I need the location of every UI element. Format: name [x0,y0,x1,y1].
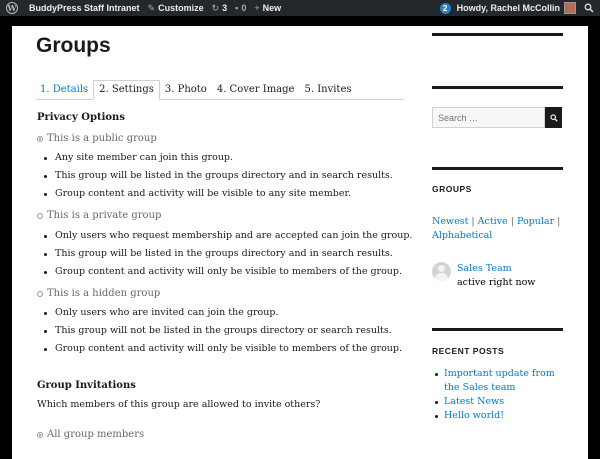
comments-link[interactable]: ▪ 0 [231,0,250,16]
list-item: Group content and activity will be visib… [37,185,393,203]
filter-active-link[interactable]: Active [478,216,508,227]
divider [432,86,563,89]
recent-posts-title: RECENT POSTS [432,346,505,356]
site-name: BuddyPress Staff Intranet [29,3,140,13]
wordpress-icon: W [6,2,18,14]
private-group-radio[interactable] [37,212,43,219]
howdy-text: Howdy, Rachel McCollin [456,3,560,13]
groups-widget-title: GROUPS [432,184,472,194]
site-name-link[interactable]: BuddyPress Staff Intranet [22,0,144,16]
new-content-link[interactable]: + New [250,0,285,16]
group-avatar[interactable] [432,262,451,281]
search-icon [549,113,558,122]
search-form [432,107,562,128]
list-item: Only users who are invited can join the … [37,304,402,322]
group-creation-tabs: 1. Details 2. Settings 3. Photo 4. Cover… [36,78,404,100]
account-menu[interactable]: Howdy, Rachel McCollin [457,0,576,16]
customize-link[interactable]: ✎ Customize [144,0,208,16]
search-input[interactable] [432,107,545,128]
public-group-details: Any site member can join this group. Thi… [37,149,393,203]
page: Groups 1. Details 2. Settings 3. Photo 4… [12,26,588,459]
search-button[interactable] [545,107,562,128]
public-group-radio[interactable] [37,135,43,142]
avatar [564,2,576,14]
tab-invites[interactable]: 5. Invites [299,84,356,99]
group-item: Sales Team active right now [432,262,535,290]
recent-posts-list: Important update from the Sales team Lat… [432,367,562,423]
page-title: Groups [36,34,111,57]
tab-photo[interactable]: 3. Photo [160,84,212,99]
plus-icon: + [254,3,260,13]
filter-alphabetical-link[interactable]: Alphabetical [432,230,492,241]
group-activity-status: active right now [457,277,536,288]
recent-post-link[interactable]: Latest News [432,395,562,409]
notification-badge[interactable]: 2 [439,2,451,14]
list-item: Any site member can join this group. [37,149,393,167]
privacy-options-heading: Privacy Options [37,112,125,123]
divider [432,33,563,36]
list-item: Group content and activity will only be … [37,340,402,358]
divider [432,167,563,170]
hidden-group-option[interactable]: This is a hidden group [37,288,160,299]
tab-cover-image[interactable]: 4. Cover Image [212,84,300,99]
list-item: Only users who request membership and ar… [37,227,412,245]
invitations-question: Which members of this group are allowed … [37,399,321,410]
wordpress-logo-button[interactable]: W [0,0,22,16]
group-invitations-heading: Group Invitations [37,380,136,391]
refresh-icon: ↻ [211,2,220,13]
divider [432,328,563,331]
group-filter-links: Newest | Active | Popular | Alphabetical [432,216,561,241]
list-item: This group will be listed in the groups … [37,167,393,185]
updates-link[interactable]: ↻ 3 [208,0,232,16]
hidden-group-details: Only users who are invited can join the … [37,304,402,358]
all-members-option[interactable]: All group members [37,429,144,440]
private-group-details: Only users who request membership and ar… [37,227,412,281]
group-name-link[interactable]: Sales Team [457,262,535,276]
search-icon[interactable] [584,3,594,13]
public-group-option[interactable]: This is a public group [37,133,157,144]
recent-post-link[interactable]: Important update from the Sales team [432,367,562,395]
list-item: This group will be listed in the groups … [37,245,412,263]
admin-bar: W BuddyPress Staff Intranet ✎ Customize … [0,0,600,16]
private-group-option[interactable]: This is a private group [37,210,161,221]
pencil-icon: ✎ [147,2,156,13]
all-members-radio[interactable] [37,431,43,438]
filter-newest-link[interactable]: Newest [432,216,468,227]
tab-details[interactable]: 1. Details [36,84,93,99]
list-item: Group content and activity will only be … [37,263,412,281]
recent-post-link[interactable]: Hello world! [432,409,562,423]
hidden-group-radio[interactable] [37,290,43,297]
filter-popular-link[interactable]: Popular [517,216,554,227]
list-item: This group will not be listed in the gro… [37,322,402,340]
tab-settings[interactable]: 2. Settings [93,80,160,100]
speech-bubble-icon: ▪ [235,3,239,13]
